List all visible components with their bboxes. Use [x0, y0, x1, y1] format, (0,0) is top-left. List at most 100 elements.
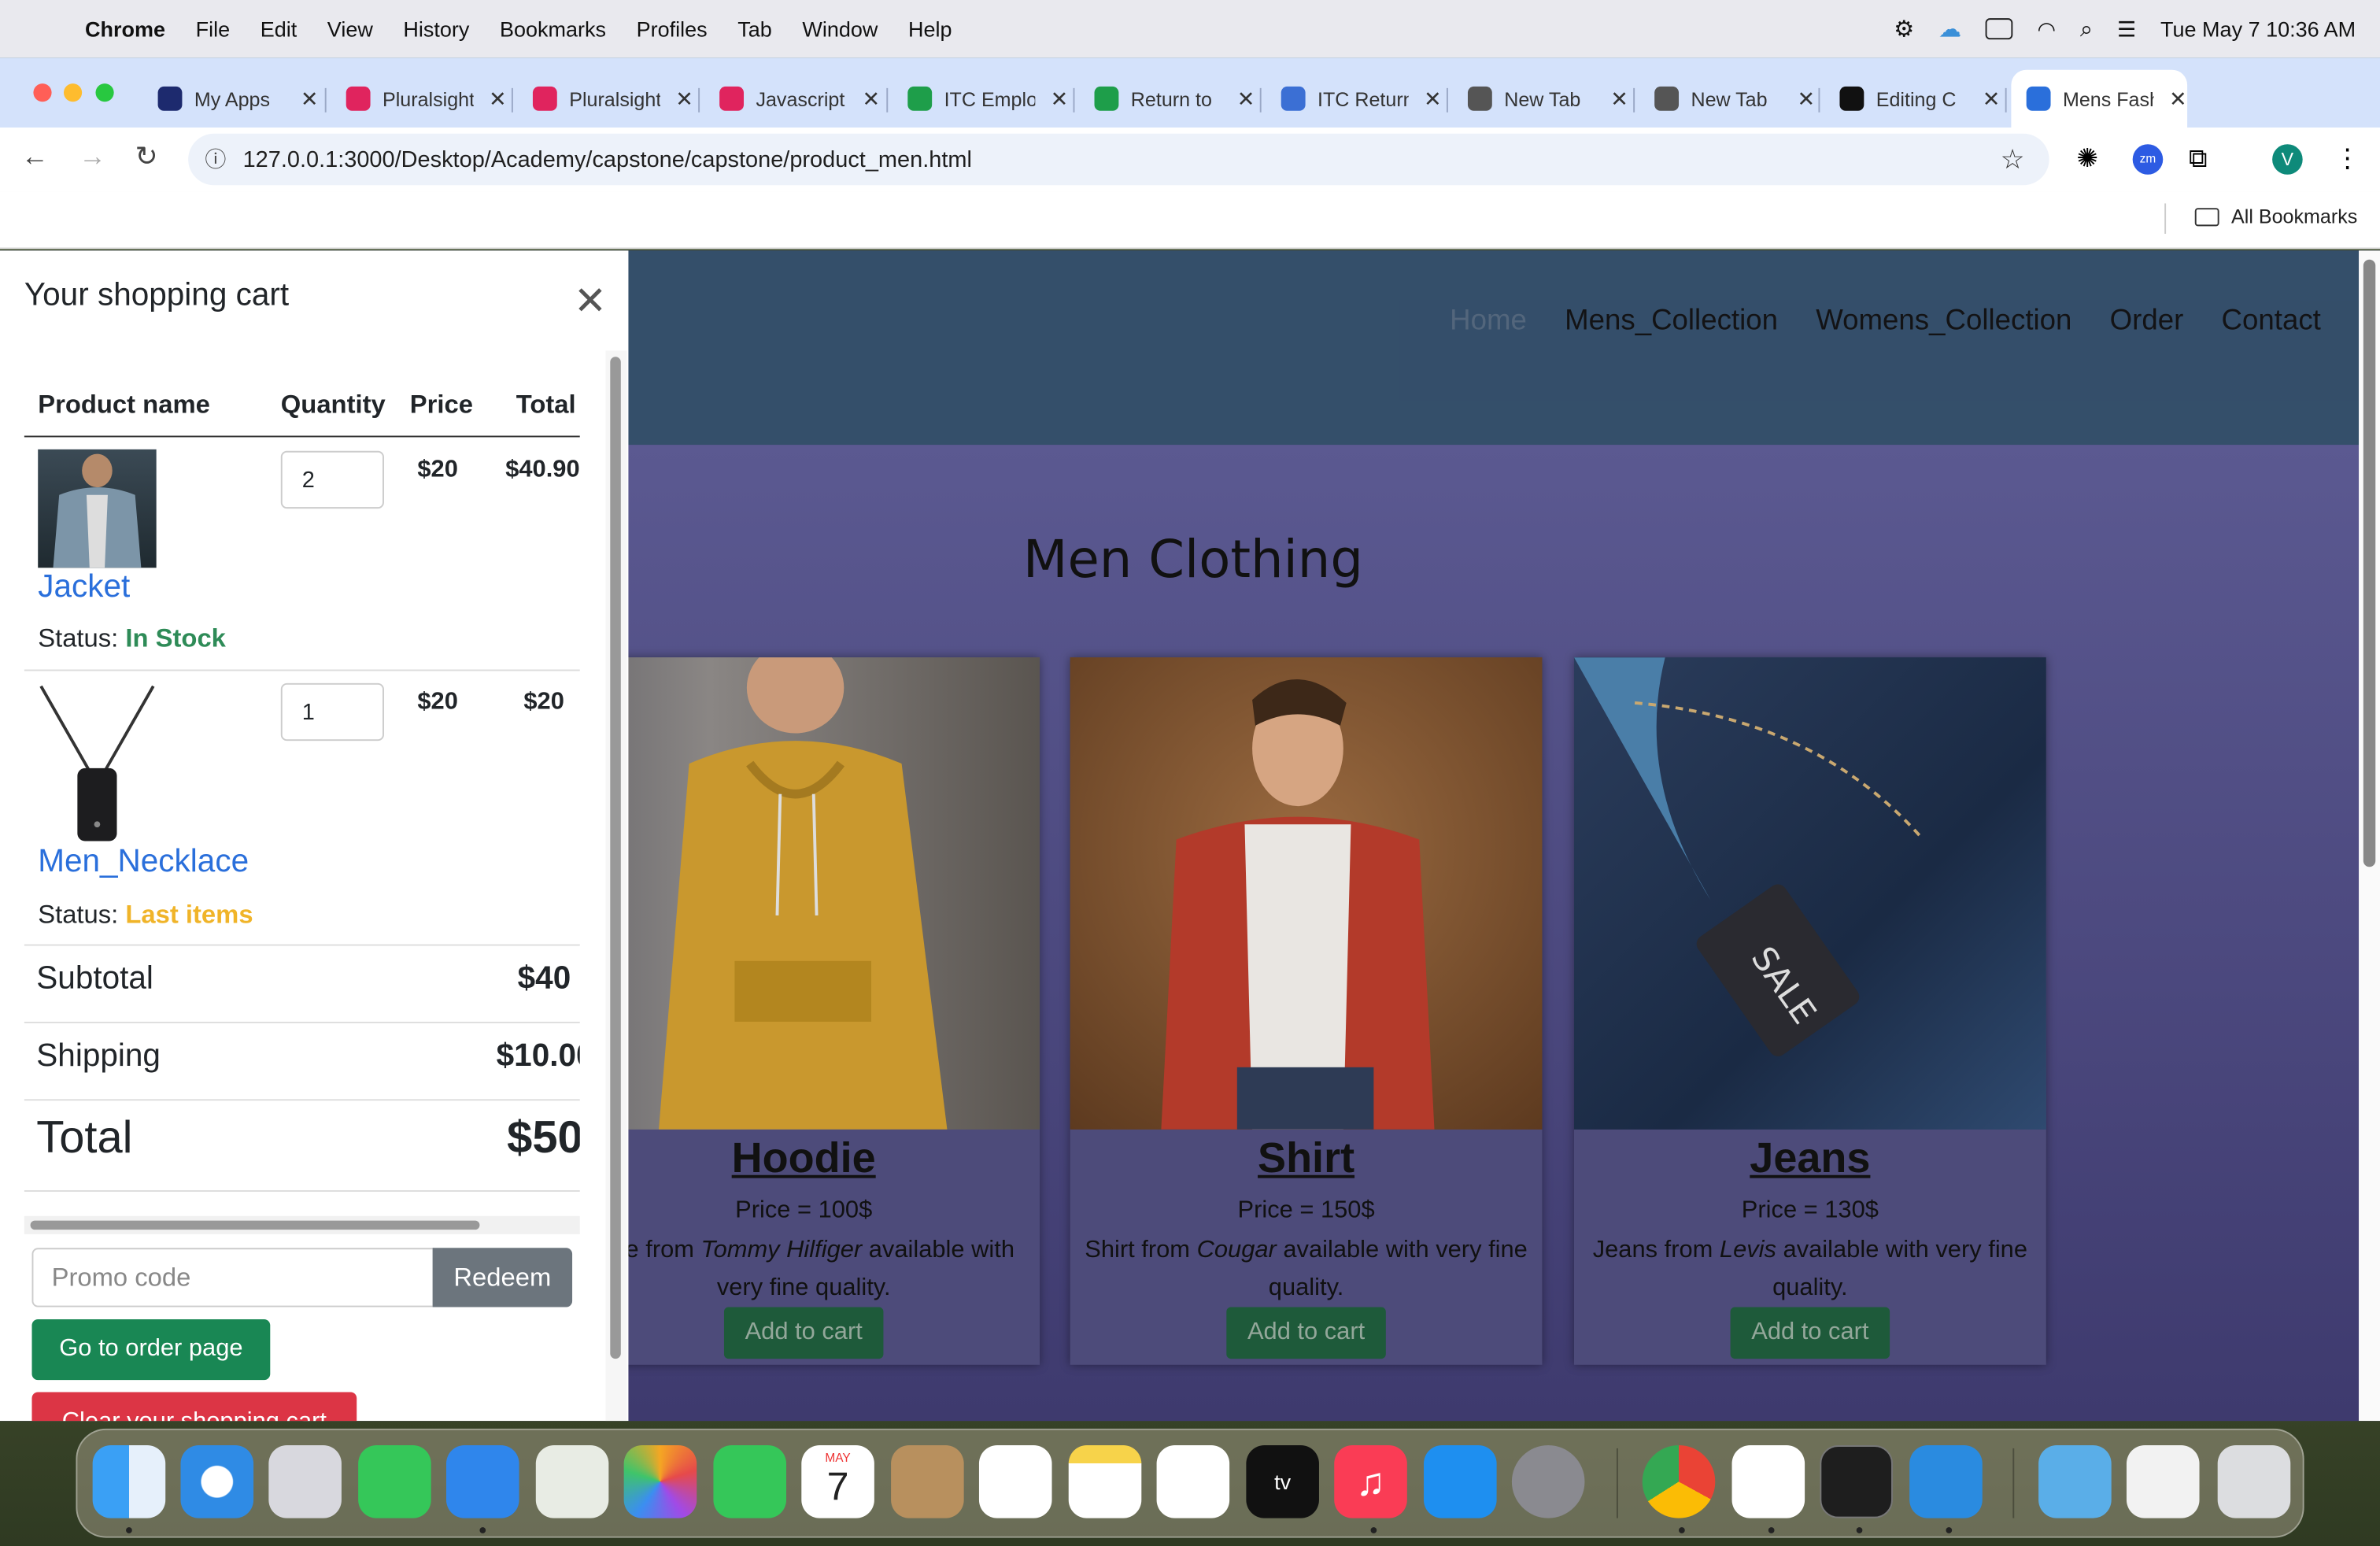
menu-edit[interactable]: Edit	[261, 17, 298, 41]
cart-scrollbar-thumb[interactable]	[610, 357, 621, 1359]
item-name-link[interactable]: Jacket	[38, 569, 130, 605]
tab-0[interactable]: My Apps ✕	[142, 70, 322, 128]
nav-order[interactable]: Order	[2110, 305, 2184, 338]
tab-close-icon[interactable]: ✕	[301, 86, 319, 112]
close-icon[interactable]: ✕	[574, 278, 607, 325]
site-info-icon[interactable]: ⓘ	[188, 144, 242, 175]
control-center-icon[interactable]: ☰	[2117, 16, 2136, 42]
redeem-button[interactable]: Redeem	[432, 1248, 573, 1307]
product-name[interactable]: Hoodie	[567, 1134, 1040, 1183]
recent-window-thumbnail[interactable]	[2126, 1445, 2200, 1518]
nav-home[interactable]: Home	[1450, 305, 1527, 338]
menu-help[interactable]: Help	[908, 17, 952, 41]
promo-code-input[interactable]: Promo code	[31, 1248, 434, 1307]
tab-close-icon[interactable]: ✕	[1797, 86, 1815, 112]
quantity-input[interactable]: 1	[280, 682, 384, 742]
menu-tab[interactable]: Tab	[737, 17, 772, 41]
menu-history[interactable]: History	[403, 17, 469, 41]
menu-view[interactable]: View	[327, 17, 373, 41]
tab-6[interactable]: ITC Return ✕	[1266, 70, 1445, 128]
url-text[interactable]: 127.0.0.1:3000/Desktop/Academy/capstone/…	[243, 146, 972, 172]
menu-bookmarks[interactable]: Bookmarks	[500, 17, 606, 41]
tab-close-icon[interactable]: ✕	[2169, 86, 2187, 112]
tab-2[interactable]: Pluralsight ✕	[518, 70, 697, 128]
menu-profiles[interactable]: Profiles	[637, 17, 708, 41]
messages-icon[interactable]	[358, 1445, 431, 1518]
tab-close-icon[interactable]: ✕	[862, 86, 880, 112]
cart-scrollbar[interactable]	[605, 350, 627, 1422]
wifi-icon[interactable]: ◠	[2037, 16, 2056, 42]
cart-table-scrollbar[interactable]	[24, 1215, 580, 1234]
music-icon[interactable]: ♫	[1334, 1445, 1407, 1518]
menu-app-name[interactable]: Chrome	[85, 17, 165, 41]
spotlight-icon[interactable]: ⌕	[2080, 16, 2093, 42]
slack-icon[interactable]	[1731, 1445, 1805, 1518]
product-name[interactable]: Shirt	[1070, 1134, 1543, 1183]
reload-icon[interactable]: ↻	[135, 141, 158, 173]
safari-icon[interactable]	[180, 1445, 254, 1518]
page-scrollbar[interactable]	[2359, 250, 2380, 1422]
system-settings-icon[interactable]	[1511, 1445, 1585, 1518]
tab-close-icon[interactable]: ✕	[1424, 86, 1442, 112]
product-name[interactable]: Jeans	[1574, 1134, 2046, 1183]
tab-9[interactable]: Editing C ✕	[1824, 70, 2004, 128]
page-scrollbar-thumb[interactable]	[2363, 259, 2376, 867]
battery-icon[interactable]	[1985, 18, 2013, 40]
tab-5[interactable]: Return to ✕	[1079, 70, 1258, 128]
tab-1[interactable]: Pluralsight ✕	[331, 70, 510, 128]
tab-close-icon[interactable]: ✕	[675, 86, 693, 112]
extension-sun-icon[interactable]: ✺	[2076, 144, 2107, 175]
item-name-link[interactable]: Men_Necklace	[38, 844, 249, 880]
contacts-icon[interactable]	[891, 1445, 964, 1518]
minimize-window-button[interactable]	[64, 83, 83, 102]
notes-icon[interactable]	[1068, 1445, 1142, 1518]
terminal-icon[interactable]	[1820, 1445, 1893, 1518]
back-icon[interactable]: ←	[21, 141, 49, 173]
clear-cart-button[interactable]: Clear your shopping cart	[31, 1392, 357, 1422]
facetime-icon[interactable]	[713, 1445, 787, 1518]
app-store-icon[interactable]	[1424, 1445, 1497, 1518]
tab-close-icon[interactable]: ✕	[1983, 86, 2001, 112]
add-to-cart-button[interactable]: Add to cart	[723, 1307, 884, 1359]
tab-close-icon[interactable]: ✕	[1051, 86, 1069, 112]
zoom-extension-icon[interactable]: zm	[2132, 144, 2164, 175]
menu-window[interactable]: Window	[802, 17, 878, 41]
extensions-puzzle-icon[interactable]: ⧉	[2189, 144, 2219, 175]
menubar-clock[interactable]: Tue May 7 10:36 AM	[2160, 17, 2356, 41]
tab-8[interactable]: New Tab ✕	[1639, 70, 1819, 128]
chrome-icon[interactable]	[1642, 1445, 1716, 1518]
forward-icon[interactable]: →	[79, 141, 106, 173]
photos-icon[interactable]	[623, 1445, 697, 1518]
tab-10[interactable]: Mens Fashion ✕	[2011, 69, 2188, 128]
tab-4[interactable]: ITC Employ ✕	[893, 70, 1072, 128]
close-window-button[interactable]	[33, 83, 52, 102]
tab-close-icon[interactable]: ✕	[1610, 86, 1628, 112]
go-to-order-button[interactable]: Go to order page	[31, 1319, 271, 1381]
freeform-icon[interactable]	[1156, 1445, 1230, 1518]
focus-icon[interactable]: ⚙	[1894, 15, 1914, 43]
bookmark-star-icon[interactable]: ☆	[2001, 143, 2025, 176]
tab-close-icon[interactable]: ✕	[489, 86, 507, 112]
all-bookmarks-button[interactable]: All Bookmarks	[2194, 205, 2357, 227]
tab-close-icon[interactable]: ✕	[1237, 86, 1255, 112]
menu-file[interactable]: File	[196, 17, 231, 41]
maps-icon[interactable]	[535, 1445, 609, 1518]
cart-table-scrollbar-thumb[interactable]	[30, 1220, 480, 1230]
tab-3[interactable]: Javascript ✕	[704, 70, 884, 128]
downloads-folder-icon[interactable]	[2038, 1445, 2112, 1518]
quantity-input[interactable]: 2	[280, 450, 384, 509]
apple-tv-icon[interactable]: tv	[1246, 1445, 1319, 1518]
cloud-icon[interactable]: ☁	[1938, 15, 1961, 43]
launchpad-icon[interactable]	[268, 1445, 342, 1518]
nav-contact[interactable]: Contact	[2222, 305, 2321, 338]
finder-icon[interactable]	[92, 1445, 166, 1518]
reminders-icon[interactable]	[978, 1445, 1052, 1518]
tab-7[interactable]: New Tab ✕	[1453, 70, 1632, 128]
chrome-menu-icon[interactable]: ⋮	[2334, 144, 2365, 175]
nav-womens-collection[interactable]: Womens_Collection	[1816, 305, 2071, 338]
add-to-cart-button[interactable]: Add to cart	[1730, 1307, 1890, 1359]
mail-icon[interactable]	[446, 1445, 519, 1518]
address-bar[interactable]: ⓘ 127.0.0.1:3000/Desktop/Academy/capston…	[188, 133, 2049, 186]
vscode-icon[interactable]	[1909, 1445, 1983, 1518]
add-to-cart-button[interactable]: Add to cart	[1225, 1307, 1387, 1359]
